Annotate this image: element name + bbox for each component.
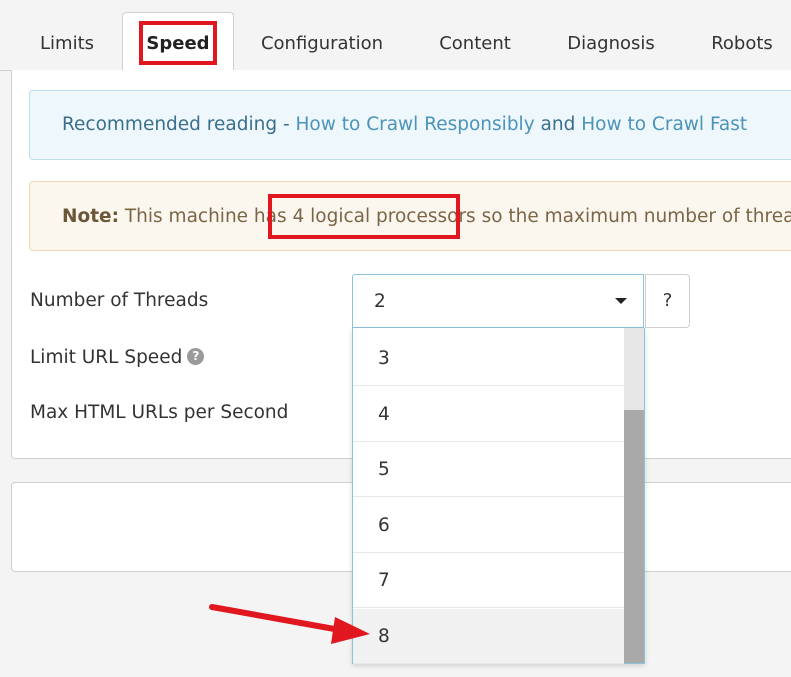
annotation-arrow-icon <box>209 604 370 644</box>
